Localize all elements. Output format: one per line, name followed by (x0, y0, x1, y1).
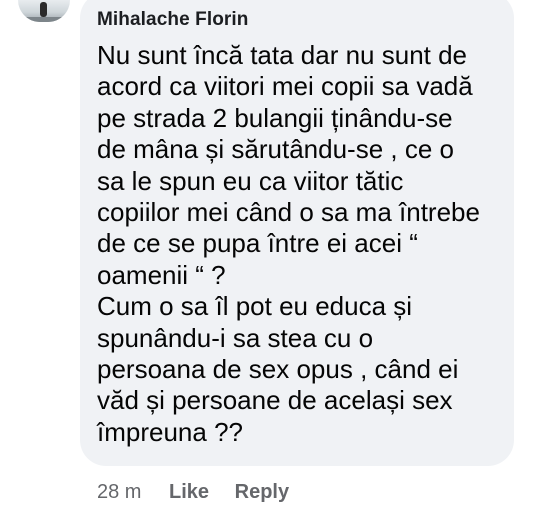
comment-timestamp[interactable]: 28 m (97, 481, 141, 504)
comment-line: persoana de sex opus , când ei (97, 354, 459, 385)
comment-text: Nu sunt încă tata dar nu sunt de acord c… (97, 40, 509, 448)
like-button[interactable]: Like (169, 481, 209, 504)
comment-author-name[interactable]: Mihalache Florin (97, 9, 249, 31)
comment-line: împreuna ?? (97, 416, 243, 447)
comment-line: văd și persoane de același sex (97, 385, 453, 416)
comment-line: spunându-i sa stea cu o (97, 322, 374, 353)
avatar-ground (18, 17, 70, 22)
comment-actions: 28 m Like Reply (97, 481, 289, 504)
comment-line: oamenii “ ? (97, 259, 226, 290)
comment-line: Cum o sa îl pot eu educa și (97, 291, 413, 322)
comment-line: sa le spun eu ca viitor tătic (97, 165, 404, 196)
comment-line: de mâna și sărutându-se , ce o (97, 134, 454, 165)
comment-line: copiilor mei când o sa ma întrebe (97, 197, 480, 228)
reply-button[interactable]: Reply (235, 481, 289, 504)
avatar-person-figure (40, 2, 47, 17)
avatar[interactable] (18, 0, 70, 22)
comment-line: pe strada 2 bulangii ținându-se (97, 102, 453, 133)
comment-line: Nu sunt încă tata dar nu sunt de (97, 40, 468, 70)
comment-line: de ce se pupa între ei acei “ (97, 228, 418, 259)
comment-line: acord ca viitori mei copii sa vadă (97, 71, 473, 102)
